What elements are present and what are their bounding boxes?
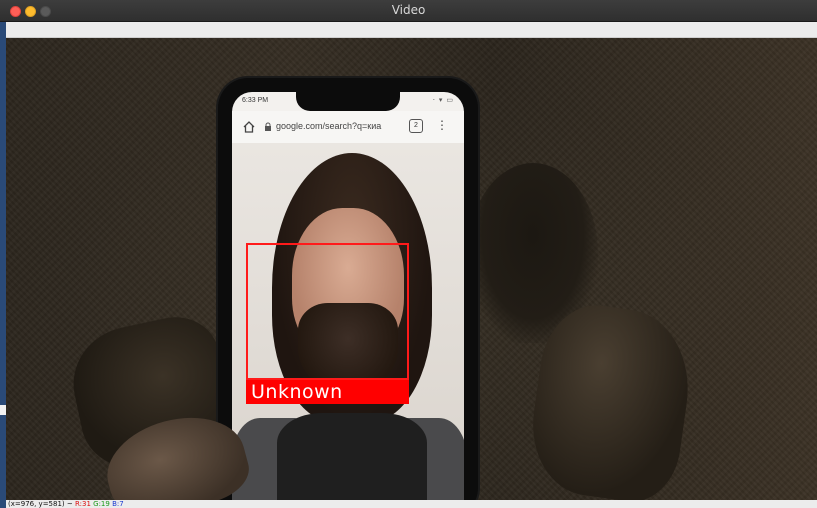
home-icon <box>243 121 255 133</box>
cursor-coordinates: (x=976, y=581) ~ <box>8 500 73 508</box>
blue-value: B:7 <box>112 500 124 508</box>
face-detection-box <box>246 243 409 380</box>
red-value: R:31 <box>74 500 91 508</box>
browser-url-text: google.com/search?q=киа <box>276 121 382 131</box>
window-toolbar <box>6 22 817 38</box>
phone-status-icons: ⋅ ▾ ▭ <box>432 97 454 104</box>
green-value: G:19 <box>93 500 110 508</box>
title-bar[interactable]: Video <box>0 0 817 22</box>
phone-status-time: 6:33 PM <box>242 97 269 104</box>
lock-icon <box>265 122 271 131</box>
window-title: Video <box>391 3 426 17</box>
pixel-info-statusbar: (x=976, y=581) ~ R:31 G:19 B:7 <box>6 500 817 508</box>
portrait-shirt <box>277 413 427 500</box>
browser-url-bar: google.com/search?q=киа 2 ⋮ <box>232 111 464 144</box>
face-detection-label: Unknown <box>246 380 409 404</box>
phone-notch <box>296 92 400 111</box>
video-window: Video 6:33 PM ⋅ ▾ ▭ google.com/search?q=… <box>0 0 817 508</box>
tab-count-icon: 2 <box>409 119 423 133</box>
video-frame: 6:33 PM ⋅ ▾ ▭ google.com/search?q=киа 2 … <box>6 38 817 500</box>
kebab-menu-icon: ⋮ <box>436 118 448 132</box>
